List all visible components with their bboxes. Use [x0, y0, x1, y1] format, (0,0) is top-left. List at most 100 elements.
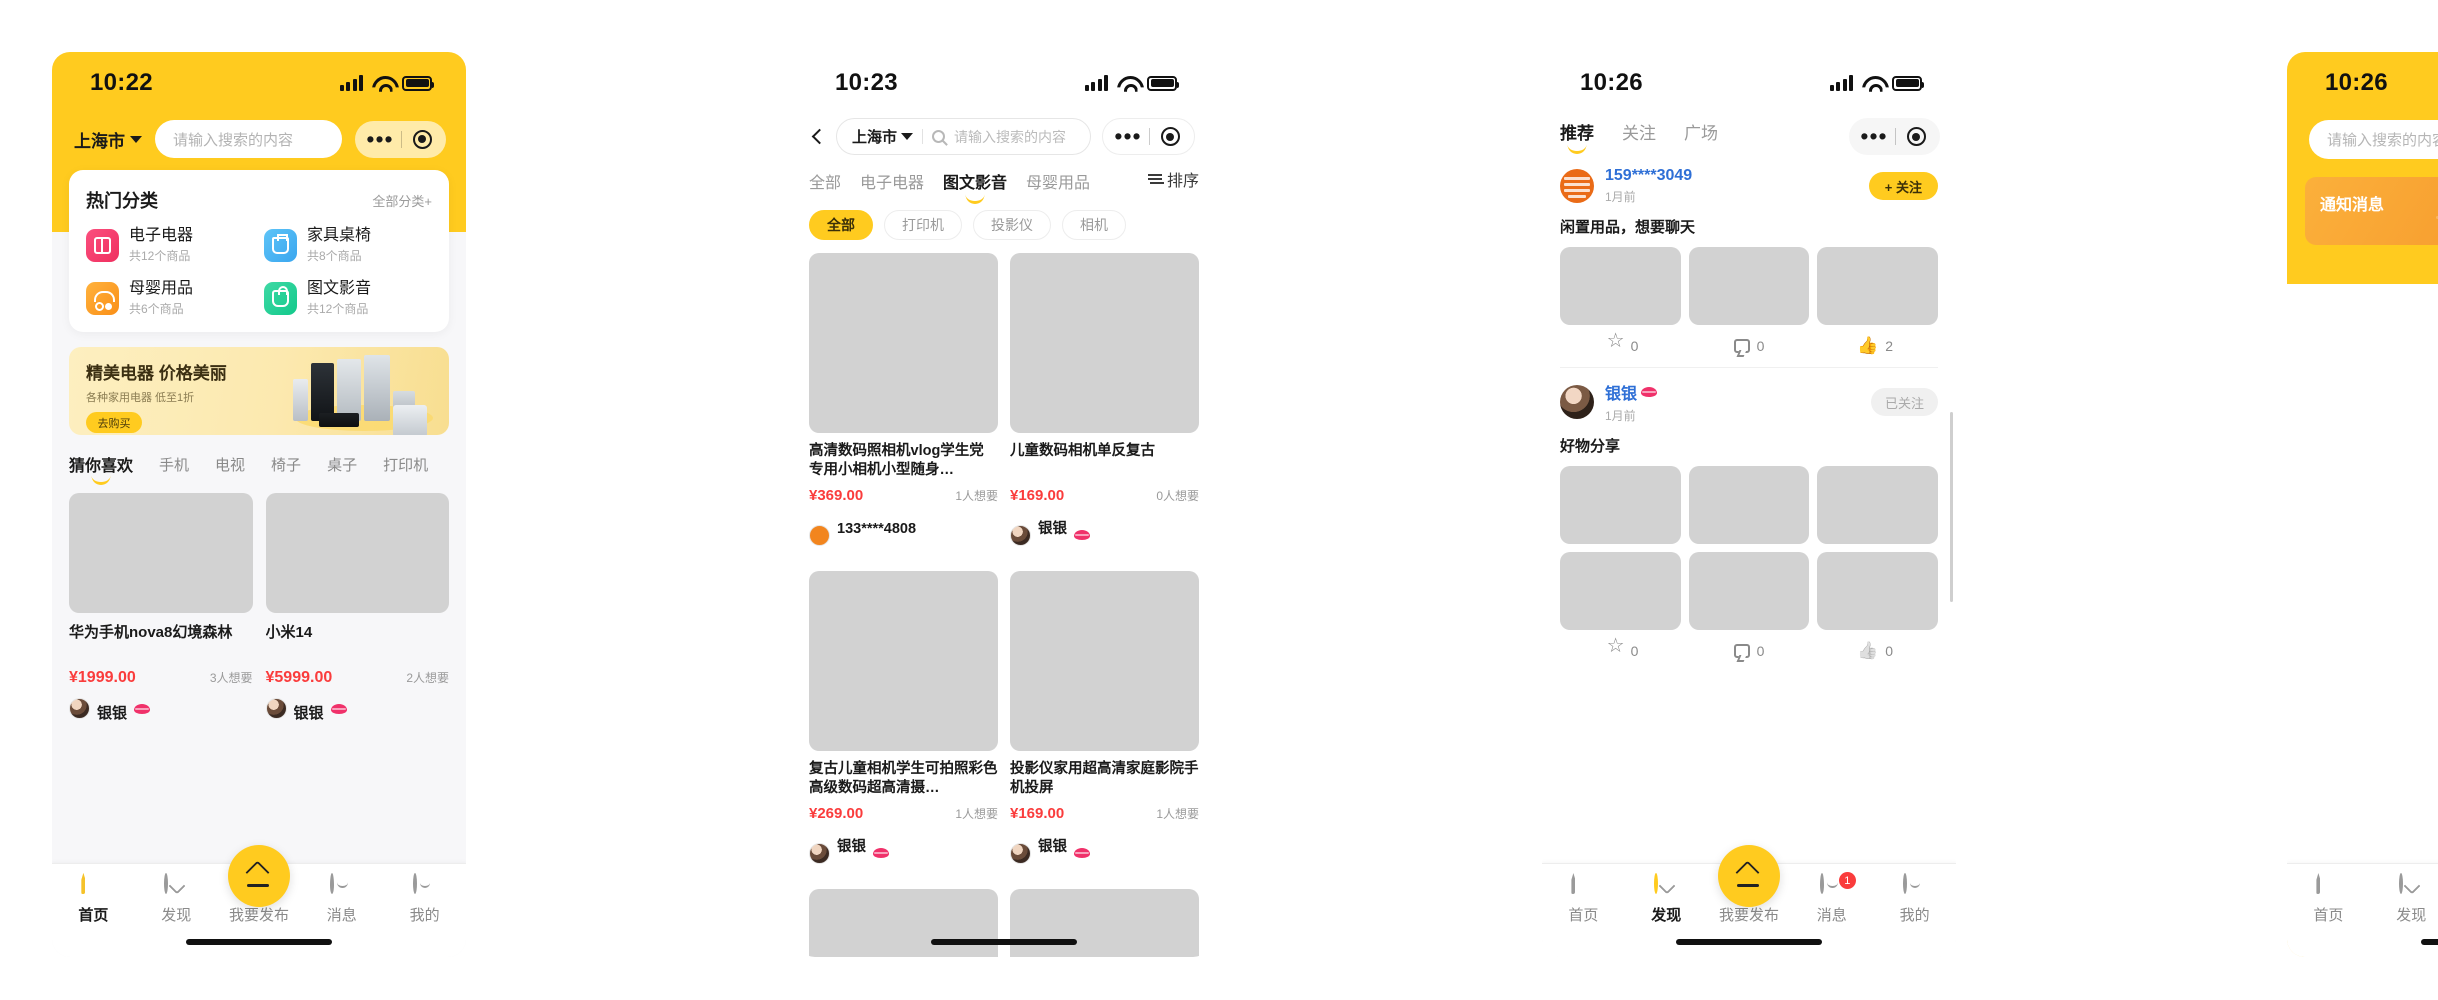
- pencil-icon: [245, 863, 272, 890]
- tab-guess-you-like[interactable]: 猜你喜欢: [69, 452, 133, 485]
- hot-category-more[interactable]: 全部分类+: [372, 191, 432, 210]
- post-author[interactable]: 159****3049: [1605, 167, 1858, 185]
- post-image[interactable]: [1688, 247, 1810, 325]
- follow-button[interactable]: + 关注: [1868, 172, 1938, 200]
- seller-name: 133****4808: [837, 521, 917, 537]
- wifi-icon: [1862, 75, 1883, 91]
- category-tab-media[interactable]: 图文影音: [943, 169, 1007, 204]
- post-image[interactable]: [1817, 466, 1938, 544]
- tabbar-item-discover[interactable]: 发现: [135, 873, 218, 925]
- chip-printer[interactable]: 打印机: [884, 210, 962, 240]
- product-card[interactable]: 儿童数码相机单反复古 ¥169.00 0人想要 银银: [1010, 253, 1199, 559]
- tab-recommend[interactable]: 推荐: [1560, 119, 1594, 154]
- mini-program-capsule[interactable]: •••: [1102, 118, 1195, 155]
- publish-fab-button[interactable]: [1717, 845, 1780, 907]
- search-input[interactable]: 上海市 请输入搜索的内容: [836, 118, 1091, 155]
- comment-action[interactable]: 0: [1686, 338, 1812, 354]
- tabbar-item-home[interactable]: 首页: [2287, 873, 2370, 925]
- post-author[interactable]: 银银: [1605, 380, 1860, 404]
- category-item[interactable]: 电子电器 共12个商品: [86, 226, 254, 264]
- product-card[interactable]: [1010, 889, 1199, 957]
- back-icon[interactable]: [811, 128, 828, 145]
- product-card[interactable]: 投影仪家用超高清家庭影院手机投屏 ¥169.00 1人想要 银银: [1010, 571, 1199, 877]
- like-action[interactable]: 👍 0: [1812, 642, 1938, 659]
- tabbar-item-profile[interactable]: 我的: [383, 873, 466, 925]
- tab-following[interactable]: 关注: [1622, 119, 1656, 154]
- category-tab-electronics[interactable]: 电子电器: [860, 169, 924, 204]
- tab-tv[interactable]: 电视: [215, 454, 245, 484]
- avatar[interactable]: [1560, 385, 1594, 419]
- product-seller[interactable]: 银银: [265, 694, 450, 724]
- category-tab-baby[interactable]: 母婴用品: [1026, 169, 1090, 204]
- mini-program-capsule[interactable]: •••: [355, 120, 446, 158]
- tabbar-item-profile[interactable]: 我的: [1873, 873, 1956, 925]
- more-icon[interactable]: •••: [1107, 125, 1149, 148]
- chip-all[interactable]: 全部: [809, 210, 873, 240]
- like-action[interactable]: 👍 2: [1812, 337, 1938, 354]
- search-input[interactable]: 请输入搜索的内容 搜索: [2309, 120, 2438, 159]
- avatar: [1010, 524, 1031, 546]
- mini-program-capsule[interactable]: •••: [1849, 118, 1940, 155]
- product-seller[interactable]: 银银: [1010, 829, 1199, 877]
- tabbar-item-publish[interactable]: 我要发布: [1708, 845, 1791, 925]
- favorite-action[interactable]: 0: [1560, 636, 1686, 659]
- product-card[interactable]: [809, 889, 998, 957]
- tab-chair[interactable]: 椅子: [271, 454, 301, 484]
- banner-button[interactable]: 去购买: [86, 412, 142, 434]
- tabbar-item-messages[interactable]: 1 消息: [1790, 872, 1873, 925]
- category-item[interactable]: 家具桌椅 共8个商品: [264, 226, 432, 264]
- close-target-icon[interactable]: [402, 129, 442, 149]
- tab-square[interactable]: 广场: [1684, 119, 1718, 154]
- followed-button[interactable]: 已关注: [1870, 388, 1938, 416]
- post-image[interactable]: [1688, 466, 1810, 544]
- comment-action[interactable]: 0: [1686, 643, 1812, 659]
- post-image[interactable]: [1560, 552, 1681, 630]
- post-image[interactable]: [1817, 552, 1938, 630]
- product-card[interactable]: 复古儿童相机学生可拍照彩色高级数码超高清摄… ¥269.00 1人想要 银银: [809, 571, 998, 877]
- product-card[interactable]: 小米14 ¥5999.00 2人想要 银银: [265, 493, 450, 724]
- post-image[interactable]: [1817, 247, 1938, 325]
- avatar: [265, 698, 287, 720]
- product-card[interactable]: 华为手机nova8幻境森林 ¥1999.00 3人想要 银银: [69, 493, 253, 723]
- tab-desk[interactable]: 桌子: [327, 454, 357, 484]
- close-target-icon[interactable]: [1150, 127, 1190, 146]
- tabbar-item-messages[interactable]: 消息: [300, 873, 383, 925]
- wifi-icon: [372, 75, 393, 91]
- city-selector[interactable]: 上海市: [74, 127, 142, 152]
- category-item[interactable]: 母婴用品 共6个商品: [86, 279, 254, 317]
- scrollbar[interactable]: [1950, 412, 1953, 602]
- tab-phone[interactable]: 手机: [159, 454, 189, 484]
- post-text: 好物分享: [1560, 438, 1621, 455]
- product-seller[interactable]: 银银: [809, 829, 998, 877]
- post-time: 1月前: [1605, 190, 1636, 204]
- category-tab-all[interactable]: 全部: [809, 169, 841, 204]
- tabbar-item-publish[interactable]: 我要发布: [218, 845, 301, 925]
- category-item[interactable]: 图文影音 共12个商品: [264, 279, 432, 317]
- sort-button[interactable]: 排序: [1141, 167, 1199, 191]
- product-seller[interactable]: 银银: [1010, 511, 1199, 559]
- more-icon[interactable]: •••: [1853, 125, 1895, 148]
- chip-projector[interactable]: 投影仪: [973, 210, 1051, 240]
- search-input[interactable]: 请输入搜索的内容: [155, 120, 342, 158]
- post-image[interactable]: [1560, 247, 1681, 325]
- tab-printer[interactable]: 打印机: [383, 454, 428, 484]
- avatar[interactable]: [1560, 169, 1594, 203]
- promo-banner[interactable]: 精美电器 价格美丽 各种家用电器 低至1折 去购买: [69, 347, 449, 436]
- city-selector[interactable]: 上海市: [852, 126, 914, 147]
- favorite-action[interactable]: 0: [1560, 331, 1686, 354]
- chip-camera[interactable]: 相机: [1062, 210, 1126, 240]
- more-icon[interactable]: •••: [359, 127, 401, 151]
- product-price-row: ¥1999.00 3人想要: [69, 669, 253, 687]
- product-seller[interactable]: 银银: [69, 694, 253, 724]
- close-target-icon[interactable]: [1896, 127, 1936, 146]
- tabbar-item-home[interactable]: 首页: [52, 873, 135, 925]
- post-image[interactable]: [1688, 552, 1810, 630]
- product-seller[interactable]: 133****4808: [809, 511, 998, 559]
- tabbar-item-home[interactable]: 首页: [1542, 873, 1625, 925]
- post-image[interactable]: [1560, 466, 1681, 544]
- notification-message-card[interactable]: 通知消息: [2305, 177, 2438, 245]
- tabbar-item-discover[interactable]: 发现: [1625, 873, 1708, 925]
- product-card[interactable]: 高清数码照相机vlog学生党专用小相机小型随身… ¥369.00 1人想要 13…: [809, 253, 998, 559]
- publish-fab-button[interactable]: [227, 845, 290, 907]
- tabbar-item-discover[interactable]: 发现: [2370, 873, 2438, 925]
